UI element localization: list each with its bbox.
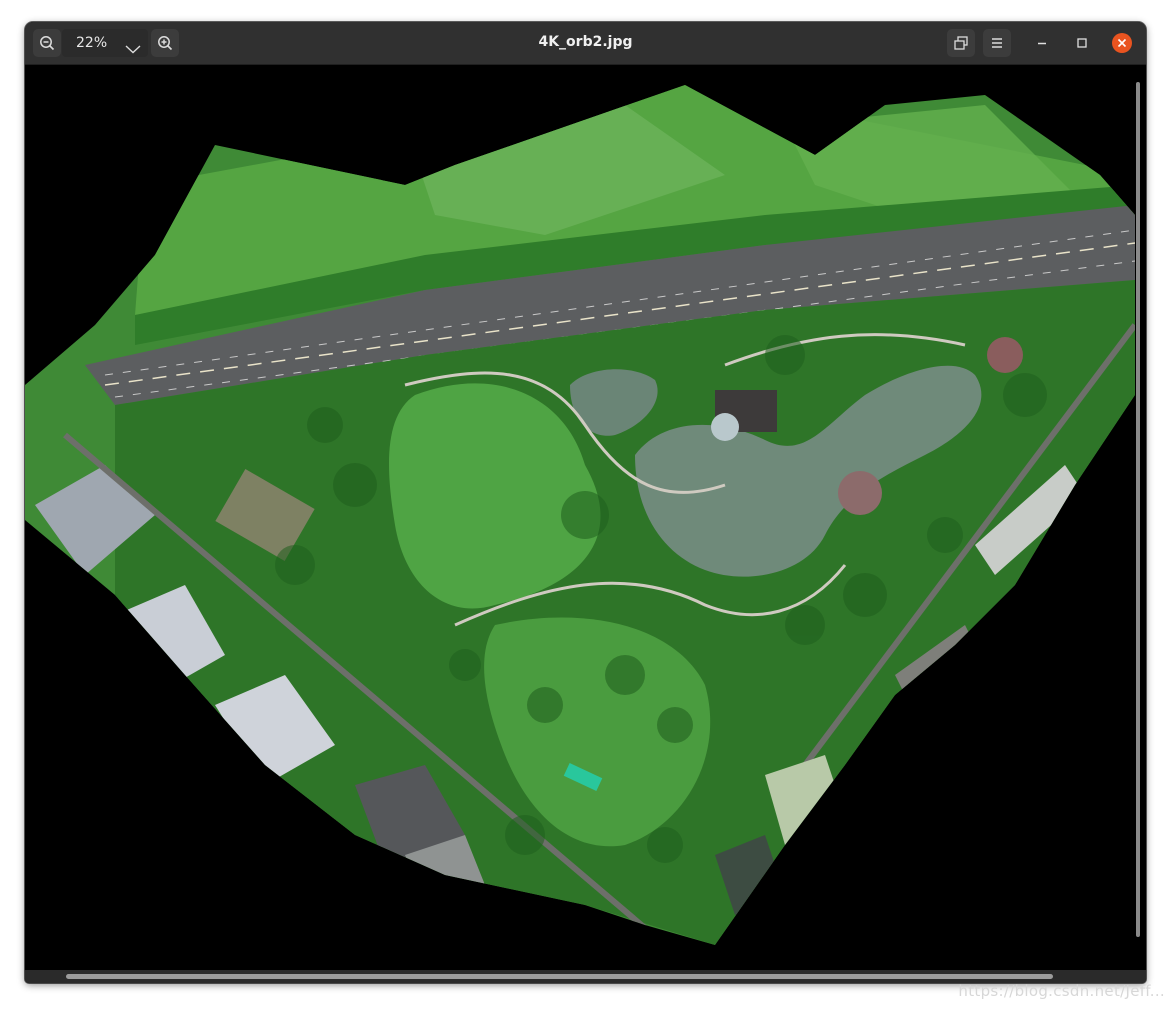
close-button[interactable] (1112, 33, 1132, 53)
fullscreen-button[interactable] (947, 29, 975, 57)
close-icon (1117, 38, 1127, 48)
aerial-mosaic-image (25, 85, 1135, 945)
zoom-level-value: 22% (76, 35, 108, 51)
menu-button[interactable] (983, 29, 1011, 57)
zoom-level-field[interactable]: 22% (62, 29, 148, 57)
vertical-scrollbar[interactable] (1136, 82, 1140, 937)
zoom-out-button[interactable] (33, 29, 61, 57)
image-canvas[interactable] (25, 65, 1146, 970)
zoom-out-icon (40, 36, 55, 51)
minimize-icon (1038, 42, 1046, 45)
chevron-down-icon[interactable] (125, 39, 141, 58)
hamburger-menu-icon (992, 38, 1002, 48)
image-viewer-window: 22% 4K_orb2.jpg (25, 22, 1146, 983)
horizontal-scrollbar[interactable] (66, 974, 1053, 979)
watermark-text: https://blog.csdn.net/Jeff... (958, 982, 1165, 1000)
zoom-in-button[interactable] (151, 29, 179, 57)
window-title: 4K_orb2.jpg (538, 34, 633, 50)
maximize-button[interactable] (1072, 33, 1092, 53)
maximize-icon (1077, 38, 1087, 48)
minimize-button[interactable] (1032, 33, 1052, 53)
header-bar: 22% 4K_orb2.jpg (25, 22, 1146, 65)
zoom-in-icon (158, 36, 173, 51)
fullscreen-icon (954, 36, 968, 50)
